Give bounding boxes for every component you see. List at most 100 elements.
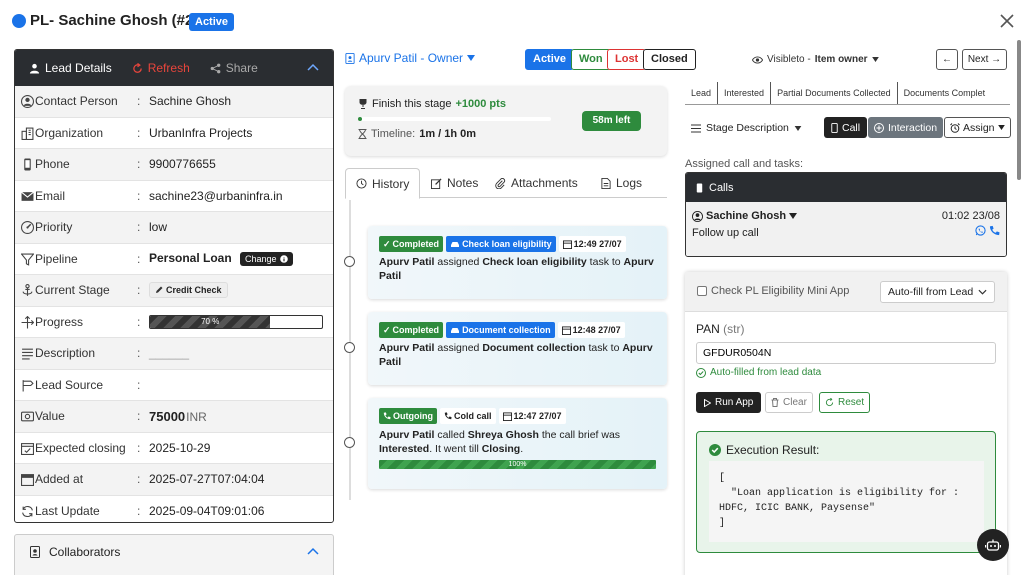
phone-icon <box>24 158 31 171</box>
caret-down-icon <box>794 125 802 131</box>
refresh-button[interactable]: Refresh <box>132 61 190 75</box>
pipeline-stage[interactable]: Partial Documents Collected <box>771 82 898 104</box>
share-button[interactable]: Share <box>210 61 258 75</box>
mini-app-title: Check PL Eligibility Mini App <box>711 285 850 297</box>
caret-down-icon <box>467 55 476 61</box>
play-icon <box>704 398 711 407</box>
car-icon <box>451 241 460 247</box>
pipeline-stage[interactable]: Lead <box>685 82 719 104</box>
status-lost-button[interactable]: Lost <box>607 49 647 70</box>
user-icon <box>692 210 703 222</box>
calendar-icon <box>562 239 572 249</box>
funnel-icon <box>21 253 34 266</box>
chatbot-button[interactable] <box>977 529 1009 561</box>
tab-notes[interactable]: Notes <box>431 168 478 198</box>
history-event: ✓ Completed Check loan eligibility 12:49 … <box>368 226 667 299</box>
id-badge-icon <box>345 52 355 64</box>
gauge-icon <box>21 221 34 234</box>
status-active-button[interactable]: Active <box>525 49 575 70</box>
completed-tag: ✓ Completed <box>379 322 444 338</box>
user-icon <box>21 95 34 108</box>
assigned-label: Assigned call and tasks: <box>685 158 804 170</box>
visibility-dropdown[interactable]: Visibleto - Item owner <box>752 54 879 65</box>
hourglass-icon <box>358 129 367 139</box>
file-icon <box>601 177 611 189</box>
email-link[interactable]: sachine23@urbaninfra.in <box>149 189 283 203</box>
call-button[interactable]: Call <box>824 117 868 138</box>
execution-result: Execution Result: [ "Loan application is… <box>696 431 996 553</box>
pipeline-stage[interactable]: Interested <box>718 82 772 104</box>
autofill-select[interactable]: Auto-fill from Lead <box>880 281 995 303</box>
field-current-stage: Current Stage: Credit Check <box>15 275 333 307</box>
time-tag: 12:49 27/07 <box>558 236 626 252</box>
envelope-icon <box>21 191 34 201</box>
pipeline-stages: Lead Interested Partial Documents Collec… <box>685 82 1010 105</box>
previous-button[interactable]: ← <box>936 49 958 70</box>
info-icon <box>279 255 288 264</box>
field-last-update: Last Update: 2025-09-04T09:01:06 <box>15 496 333 523</box>
tab-attachments[interactable]: Attachments <box>495 168 578 198</box>
event-text: Apurv Patil assigned Check loan eligibil… <box>379 256 654 282</box>
pan-input[interactable] <box>696 342 996 364</box>
calendar-icon <box>502 411 512 421</box>
whatsapp-icon[interactable] <box>975 225 986 236</box>
tab-logs[interactable]: Logs <box>601 168 642 198</box>
phone-icon <box>383 412 391 420</box>
reset-button[interactable]: Reset <box>819 392 871 413</box>
eye-icon <box>752 55 763 64</box>
chevron-up-icon[interactable] <box>307 547 319 555</box>
timeline-dot <box>344 256 355 267</box>
execution-result-output: [ "Loan application is eligibility for :… <box>709 461 984 542</box>
caret-down-icon <box>789 213 798 219</box>
call-person[interactable]: Sachine Ghosh <box>692 210 798 222</box>
calendar-check-icon <box>21 442 34 455</box>
edit-icon <box>431 177 442 189</box>
tab-history[interactable]: History <box>345 168 421 199</box>
plus-circle-icon <box>874 122 884 133</box>
page-title: PL- Sachine Ghosh (#28) <box>30 12 207 29</box>
call-time: 01:02 23/08 <box>941 210 1000 222</box>
calendar-icon <box>21 474 34 486</box>
change-pipeline-button[interactable]: Change <box>240 252 293 267</box>
phone-call-icon[interactable] <box>989 225 1000 236</box>
scrollbar[interactable] <box>1017 40 1021 180</box>
calls-card: Calls Sachine Ghosh 01:02 23/08 Follow u… <box>685 172 1007 257</box>
refresh-icon <box>132 62 142 73</box>
interaction-button[interactable]: Interaction <box>868 117 944 138</box>
sync-icon <box>22 505 33 517</box>
field-contact-person: Contact Person: Sachine Ghosh <box>15 86 333 118</box>
pencil-icon <box>156 286 163 294</box>
close-icon[interactable] <box>998 12 1016 30</box>
phone-icon <box>831 122 838 133</box>
history-event: Outgoing Cold call 12:47 27/07 Apurv Pat… <box>368 398 667 489</box>
car-icon <box>451 327 460 333</box>
owner-dropdown[interactable]: Apurv Patil - Owner <box>345 51 476 65</box>
lead-details-title: Lead Details <box>29 61 112 75</box>
assign-dropdown[interactable]: Assign <box>944 117 1011 138</box>
field-description: Description: ______ <box>15 338 333 370</box>
task-tag: Check loan eligibility <box>446 236 556 252</box>
clear-button[interactable]: Clear <box>765 392 813 413</box>
mini-app-checkbox[interactable] <box>697 286 707 296</box>
outgoing-tag: Outgoing <box>379 408 437 424</box>
stage-description-toggle[interactable]: Stage Description <box>691 122 802 134</box>
anchor-icon <box>22 284 33 296</box>
status-closed-button[interactable]: Closed <box>643 49 696 70</box>
list-icon <box>691 124 701 132</box>
field-pipeline: Pipeline: Personal Loan Change <box>15 244 333 275</box>
timeline-dot <box>344 342 355 353</box>
time-left-badge: 58m left <box>582 111 641 131</box>
pipeline-stage[interactable]: Documents Complet <box>898 82 992 104</box>
pan-label: PAN (str) <box>696 322 745 336</box>
next-button[interactable]: Next → <box>962 49 1007 70</box>
execution-result-title: Execution Result: <box>709 443 819 457</box>
reset-icon <box>825 398 834 407</box>
run-app-button[interactable]: Run App <box>696 392 762 413</box>
field-email: Email: sachine23@urbaninfra.in <box>15 181 333 212</box>
status-won-button[interactable]: Won <box>571 49 611 70</box>
activity-tabs: History Notes Attachments Logs <box>345 168 667 199</box>
stage-progress-box: Finish this stage +1000 pts Timeline: 1m… <box>345 86 667 156</box>
call-item[interactable]: Sachine Ghosh 01:02 23/08 Follow up call <box>686 202 1006 256</box>
chevron-up-icon[interactable] <box>307 63 319 71</box>
trophy-icon <box>359 99 367 109</box>
